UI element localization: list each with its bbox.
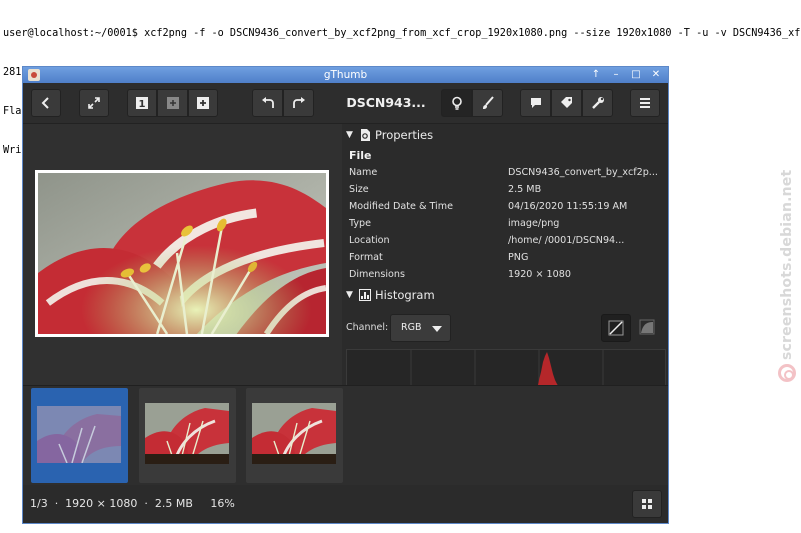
property-value: PNG (508, 252, 529, 263)
zoom-fit-icon (166, 97, 179, 109)
toolbar: 1 DSCN943... (23, 83, 668, 124)
properties-panel: ▼ Properties File Name DSCN9436_convert_… (342, 124, 668, 385)
property-value: 2.5 MB (508, 184, 542, 195)
properties-header[interactable]: ▼ Properties (342, 125, 668, 145)
rotate-left-button[interactable] (252, 89, 283, 117)
app-icon (28, 69, 40, 81)
thumbnail-image (252, 403, 336, 464)
menu-button[interactable] (630, 89, 660, 117)
expander-arrow-icon: ▼ (346, 130, 353, 140)
properties-header-label: Properties (375, 128, 434, 142)
window-title: gThumb (323, 69, 368, 81)
property-row: Type image/png (342, 215, 668, 232)
property-row: Name DSCN9436_convert_by_xcf2p... (342, 164, 668, 181)
channel-value: RGB (401, 322, 422, 333)
gthumb-window: gThumb ↑ – □ ✕ 1 DSCN943... ▼ Properties… (22, 66, 669, 524)
thumbnail-image (37, 406, 121, 463)
lightbulb-icon (451, 96, 462, 110)
image-title: DSCN943... (346, 95, 426, 110)
property-value: image/png (508, 218, 560, 229)
watermark: screenshots.debian.net (771, 150, 801, 390)
close-button[interactable]: ✕ (648, 68, 664, 82)
terminal-line: user@localhost:~/0001$ xcf2png -f -o DSC… (3, 28, 801, 39)
zoom-in-button[interactable] (188, 89, 218, 117)
rotate-right-icon (292, 97, 305, 108)
thumbnail-item[interactable] (139, 388, 236, 483)
histogram-chart (410, 350, 604, 390)
zoom-fit-button[interactable] (157, 89, 188, 117)
rotate-right-button[interactable] (283, 89, 314, 117)
property-label: Size (349, 184, 369, 195)
linear-scale-button[interactable] (601, 314, 631, 342)
statusbar: 1/3 · 1920 × 1080 · 2.5 MB 16% (23, 485, 668, 523)
document-icon (361, 129, 370, 141)
histogram-header-label: Histogram (375, 288, 435, 302)
property-value: /home/ /0001/DSCN94... (508, 235, 625, 246)
svg-text:1: 1 (139, 99, 146, 110)
comment-icon (530, 98, 541, 108)
thumbnails-toggle-button[interactable] (632, 490, 662, 518)
chevron-down-icon (432, 326, 442, 332)
hamburger-icon (640, 98, 650, 108)
property-label: Modified Date & Time (349, 201, 453, 212)
thumbnail-image (145, 403, 229, 464)
zoom-plus-icon (197, 97, 209, 109)
channel-label: Channel: (346, 322, 389, 333)
linear-scale-icon (608, 320, 624, 336)
expander-arrow-icon: ▼ (346, 290, 353, 300)
flower-photo (38, 173, 326, 334)
edit-button[interactable] (472, 89, 503, 117)
property-label: Name (349, 167, 378, 178)
property-row: Location /home/ /0001/DSCN94... (342, 232, 668, 249)
fullscreen-button[interactable] (79, 89, 109, 117)
properties-button[interactable] (441, 89, 472, 117)
maximize-button[interactable]: □ (628, 68, 644, 82)
brush-icon (482, 96, 494, 109)
tools-button[interactable] (582, 89, 613, 117)
property-row: Modified Date & Time 04/16/2020 11:55:19… (342, 198, 668, 215)
property-label: Format (349, 252, 383, 263)
image-viewer[interactable] (23, 124, 341, 385)
thumbnail-strip (23, 386, 668, 485)
zoom-actual-button[interactable]: 1 (127, 89, 157, 117)
property-label: Type (349, 218, 372, 229)
thumbnail-item[interactable] (246, 388, 343, 483)
comment-button[interactable] (520, 89, 551, 117)
debian-logo-icon (778, 364, 796, 382)
minimize-button[interactable]: – (608, 68, 624, 82)
property-row: Dimensions 1920 × 1080 (342, 266, 668, 283)
property-value: 1920 × 1080 (508, 269, 571, 280)
main-image (35, 170, 329, 337)
chevron-left-icon (41, 97, 49, 109)
keep-above-button[interactable]: ↑ (588, 68, 604, 82)
property-value: 04/16/2020 11:55:19 AM (508, 201, 628, 212)
property-label: Dimensions (349, 269, 405, 280)
property-label: Location (349, 235, 390, 246)
log-scale-button[interactable] (633, 314, 663, 342)
log-scale-icon (639, 319, 655, 335)
back-button[interactable] (31, 89, 61, 117)
expand-icon (88, 97, 100, 109)
grid-icon (642, 499, 652, 509)
status-text: 1/3 · 1920 × 1080 · 2.5 MB 16% (30, 497, 235, 510)
tag-icon (560, 97, 572, 108)
tag-button[interactable] (551, 89, 582, 117)
property-row: Size 2.5 MB (342, 181, 668, 198)
watermark-text: screenshots.debian.net (779, 169, 795, 360)
property-value: DSCN9436_convert_by_xcf2p... (508, 167, 658, 178)
zoom-1-icon: 1 (136, 97, 148, 110)
rotate-left-icon (261, 97, 274, 108)
property-row: Format PNG (342, 249, 668, 266)
channel-select[interactable]: RGB (390, 314, 451, 342)
histogram-header[interactable]: ▼ Histogram (342, 285, 668, 305)
window-titlebar[interactable]: gThumb ↑ – □ ✕ (23, 67, 668, 83)
wrench-icon (591, 97, 604, 109)
histogram-icon (359, 289, 371, 301)
file-group-title: File (349, 149, 372, 162)
thumbnail-item[interactable] (31, 388, 128, 483)
